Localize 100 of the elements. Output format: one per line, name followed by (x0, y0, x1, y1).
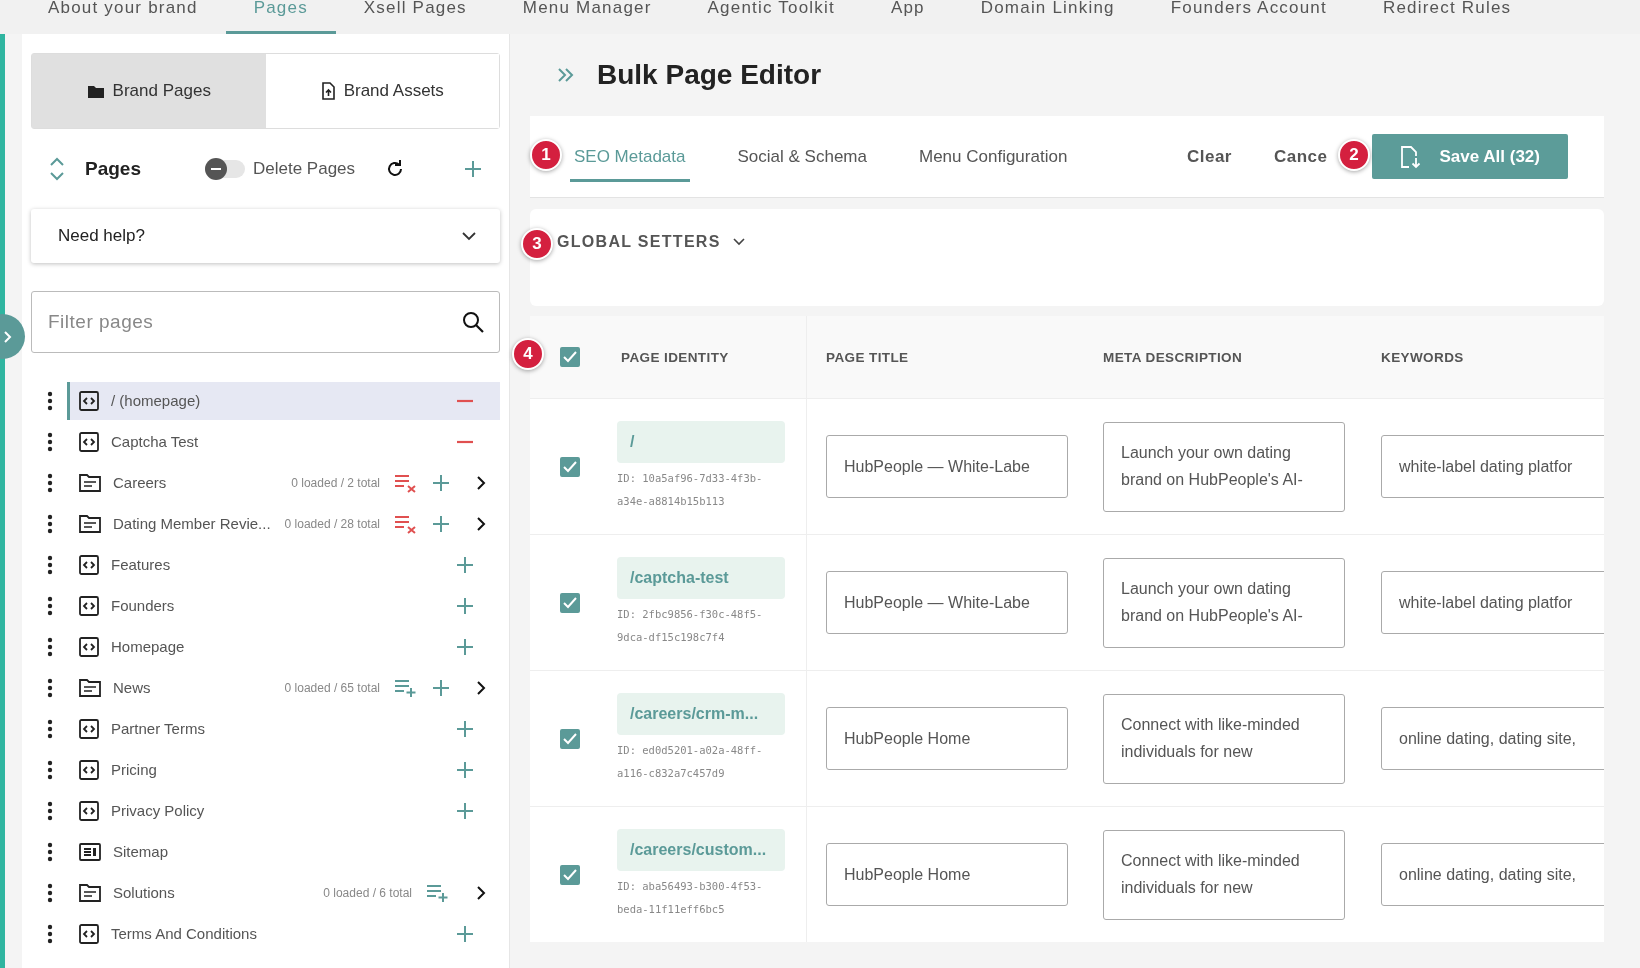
page-item[interactable]: Terms And Conditions (67, 914, 500, 953)
keywords-field[interactable]: online dating, dating site, (1381, 843, 1604, 906)
clear-list-icon[interactable] (394, 513, 418, 534)
filter-field[interactable]: Filter pages (31, 291, 500, 353)
page-label: Captcha Test (111, 433, 199, 450)
keywords-field[interactable]: white-label dating platfor (1381, 435, 1604, 498)
nav-tab[interactable]: Founders Account (1142, 0, 1355, 34)
page-item[interactable]: Partner Terms (67, 709, 500, 748)
search-icon[interactable] (462, 311, 484, 333)
row-checkbox[interactable] (560, 728, 580, 749)
nav-tab[interactable]: About your brand (48, 0, 226, 34)
description-field[interactable]: Launch your own dating brand on HubPeople's AI- (1103, 557, 1345, 648)
chevron-right-icon[interactable] (476, 474, 486, 491)
editor-tab[interactable]: Menu Configuration (914, 131, 1072, 182)
drag-handle-icon[interactable] (47, 595, 53, 616)
add-icon[interactable] (456, 596, 474, 615)
drag-handle-icon[interactable] (47, 759, 53, 780)
drag-handle-icon[interactable] (47, 718, 53, 739)
drag-handle-icon[interactable] (47, 800, 53, 821)
remove-icon[interactable] (456, 439, 474, 444)
folder-icon (79, 473, 101, 492)
drag-handle-icon[interactable] (47, 513, 53, 534)
add-icon[interactable] (464, 160, 482, 178)
page-count: 0 loaded / 6 total (323, 885, 412, 900)
nav-tab[interactable]: Redirect Rules (1354, 0, 1540, 34)
add-icon[interactable] (432, 514, 450, 533)
nav-tab[interactable]: Domain Linking (952, 0, 1143, 34)
description-field[interactable]: Connect with like-minded individuals for new (1103, 693, 1345, 784)
nav-tab[interactable]: Agentic Toolkit (679, 0, 863, 34)
description-field[interactable]: Launch your own dating brand on HubPeople's AI- (1103, 421, 1345, 512)
add-list-icon[interactable] (394, 677, 418, 698)
page-item[interactable]: Solutions 0 loaded / 6 total (67, 873, 500, 912)
page-label: Partner Terms (111, 720, 205, 737)
page-label: Homepage (111, 638, 185, 655)
chevron-right-icon[interactable] (476, 515, 486, 532)
page-item[interactable]: News 0 loaded / 65 total (67, 668, 500, 707)
clear-list-icon[interactable] (394, 472, 418, 493)
delete-toggle[interactable] (205, 160, 245, 178)
add-icon[interactable] (456, 637, 474, 656)
page-item[interactable]: Homepage (67, 627, 500, 666)
keywords-field[interactable]: white-label dating platfor (1381, 571, 1604, 634)
row-checkbox[interactable] (560, 864, 580, 885)
select-all-checkbox[interactable] (560, 347, 580, 367)
add-icon[interactable] (456, 760, 474, 779)
add-icon[interactable] (456, 924, 474, 943)
description-field[interactable]: Connect with like-minded individuals for new (1103, 829, 1345, 920)
title-field[interactable]: HubPeople Home (826, 843, 1068, 906)
layout-icon (79, 842, 101, 861)
page-label: Terms And Conditions (111, 925, 257, 942)
title-field[interactable]: HubPeople — White-Labe (826, 571, 1068, 634)
drag-handle-icon[interactable] (47, 636, 53, 657)
drag-handle-icon[interactable] (47, 390, 53, 411)
drag-handle-icon[interactable] (47, 677, 53, 698)
help-dropdown[interactable]: Need help? (31, 209, 500, 263)
add-icon[interactable] (432, 473, 450, 492)
page-item[interactable]: Pricing (67, 750, 500, 789)
drag-handle-icon[interactable] (47, 431, 53, 452)
page-title: Bulk Page Editor (597, 59, 822, 91)
add-icon[interactable] (456, 555, 474, 574)
clear-button[interactable]: Clear (1180, 145, 1238, 168)
editor-tab[interactable]: Social & Schema (733, 131, 871, 182)
title-field[interactable]: HubPeople — White-Labe (826, 435, 1068, 498)
global-setters-toggle[interactable]: GLOBAL SETTERS (557, 233, 745, 251)
page-item[interactable]: Captcha Test (67, 422, 500, 461)
add-list-icon[interactable] (426, 882, 450, 903)
nav-tab[interactable]: Xsell Pages (335, 0, 495, 34)
page-item[interactable]: Privacy Policy (67, 791, 500, 830)
column-header: PAGE IDENTITY (621, 349, 730, 365)
drag-handle-icon[interactable] (47, 882, 53, 903)
page-item[interactable]: Founders (67, 586, 500, 625)
page-label: Features (111, 556, 171, 573)
nav-tab[interactable]: Menu Manager (494, 0, 680, 34)
drag-handle-icon[interactable] (47, 841, 53, 862)
remove-icon[interactable] (456, 398, 474, 403)
drag-handle-icon[interactable] (47, 472, 53, 493)
page-item[interactable]: Careers 0 loaded / 2 total (67, 463, 500, 502)
add-icon[interactable] (456, 719, 474, 738)
double-chevron-icon[interactable] (557, 67, 575, 83)
code-icon (79, 390, 99, 411)
cancel-button[interactable]: Cance (1268, 145, 1334, 168)
page-item[interactable]: Sitemap (67, 832, 500, 871)
chevron-right-icon[interactable] (476, 884, 486, 901)
sort-icon[interactable] (49, 157, 65, 181)
page-item[interactable]: / (homepage) (67, 381, 500, 420)
drag-handle-icon[interactable] (47, 923, 53, 944)
page-item[interactable]: Dating Member Revie... 0 loaded / 28 total (67, 504, 500, 543)
title-field[interactable]: HubPeople Home (826, 707, 1068, 770)
add-icon[interactable] (432, 678, 450, 697)
page-item[interactable]: Features (67, 545, 500, 584)
keywords-field[interactable]: online dating, dating site, (1381, 707, 1604, 770)
page-count: 0 loaded / 28 total (284, 516, 380, 531)
chevron-right-icon[interactable] (476, 679, 486, 696)
switcher-tab[interactable]: Brand Pages (32, 54, 266, 128)
nav-tab[interactable]: App (862, 0, 953, 34)
page-id: ID: 2fbc9856-f30c-48f5- 9dca-df15c198c7f4 (617, 606, 764, 645)
row-checkbox[interactable] (560, 592, 580, 613)
add-icon[interactable] (456, 801, 474, 820)
row-checkbox[interactable] (560, 456, 580, 477)
drag-handle-icon[interactable] (47, 554, 53, 575)
code-icon (79, 431, 99, 452)
